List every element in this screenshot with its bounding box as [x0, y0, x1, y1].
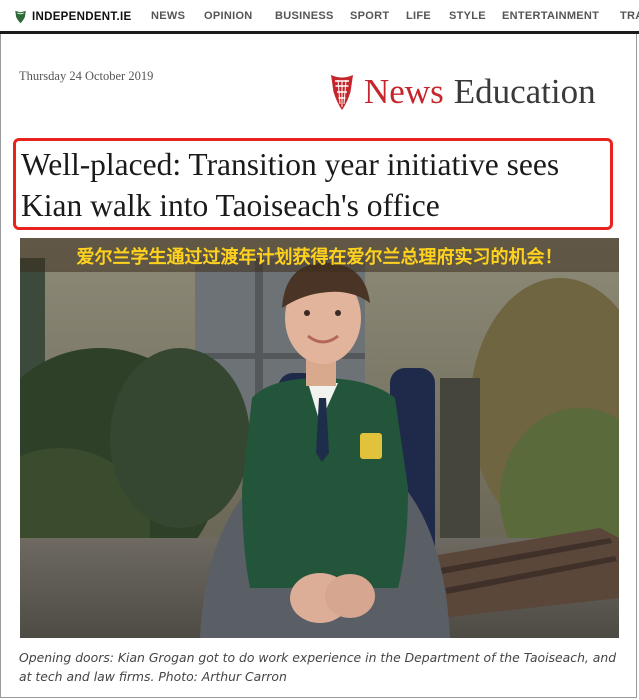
- headline-highlight-box: Well-placed: Transition year initiative …: [13, 138, 613, 230]
- translation-overlay-bar: 爱尔兰学生通过过渡年计划获得在爱尔兰总理府实习的机会！: [20, 238, 619, 272]
- photo-caption: Opening doors: Kian Grogan got to do wor…: [19, 650, 617, 684]
- site-brand-name: INDEPENDENT.IE: [32, 11, 132, 23]
- section-header: News Education: [328, 70, 596, 114]
- nav-item-opinion[interactable]: OPINION: [204, 10, 253, 22]
- harp-icon: [331, 75, 353, 110]
- article-headline: Well-placed: Transition year initiative …: [21, 147, 560, 223]
- nav-item-news[interactable]: NEWS: [151, 10, 185, 22]
- top-navigation-bar: INDEPENDENT.IE NEWS OPINION BUSINESS SPO…: [0, 0, 639, 34]
- nav-divider: [0, 31, 639, 34]
- nav-item-sport[interactable]: SPORT: [350, 10, 389, 22]
- chinese-overlay-text: 爱尔兰学生通过过渡年计划获得在爱尔兰总理府实习的机会！: [76, 247, 563, 268]
- nav-item-business[interactable]: BUSINESS: [275, 10, 334, 22]
- nav-item-life[interactable]: LIFE: [406, 10, 431, 22]
- article-photo: 爱尔兰学生通过过渡年计划获得在爱尔兰总理府实习的机会！: [20, 238, 619, 638]
- section-label-news[interactable]: News: [364, 72, 444, 112]
- harp-icon: [15, 10, 26, 24]
- nav-item-style[interactable]: STYLE: [449, 10, 486, 22]
- nav-item-entertainment[interactable]: ENTERTAINMENT: [502, 10, 599, 22]
- section-label-education[interactable]: Education: [454, 72, 596, 112]
- photo-illustration: [20, 238, 619, 638]
- nav-item-travel[interactable]: TRA: [620, 10, 639, 22]
- site-logo-link[interactable]: INDEPENDENT.IE: [14, 9, 131, 25]
- article-date: Thursday 24 October 2019: [19, 69, 154, 83]
